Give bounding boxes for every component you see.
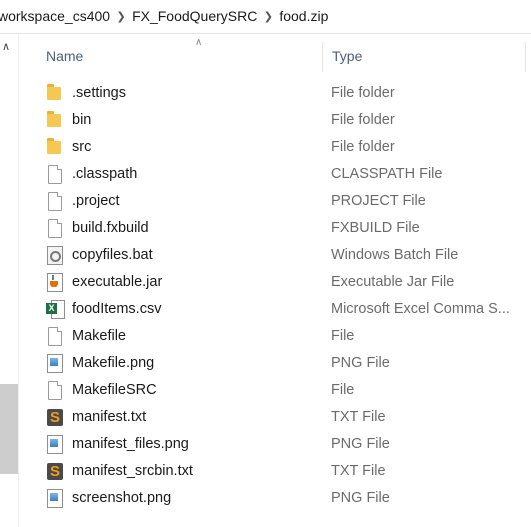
- file-type: TXT File: [331, 409, 386, 425]
- file-row[interactable]: Makefile File: [19, 323, 531, 350]
- file-name: bin: [72, 112, 92, 128]
- file-type: PNG File: [331, 490, 390, 506]
- scroll-up-icon[interactable]: ∧: [2, 40, 10, 53]
- breadcrumb-item-workspace[interactable]: workspace_cs400: [0, 0, 114, 33]
- file-list: .settings File folder bin File folder src Fil…: [19, 80, 531, 512]
- column-header-name[interactable]: Name: [46, 48, 83, 64]
- file-row[interactable]: .classpath CLASSPATH File: [19, 161, 531, 188]
- folder-icon: [46, 84, 64, 104]
- file-row[interactable]: copyfiles.bat Windows Batch File: [19, 242, 531, 269]
- file-row[interactable]: src File folder: [19, 134, 531, 161]
- chevron-right-icon[interactable]: ❯: [261, 10, 275, 23]
- file-name: src: [72, 139, 92, 155]
- file-type: Microsoft Excel Comma S...: [331, 301, 510, 317]
- image-file-icon: [46, 489, 64, 509]
- navigation-pane: ∧: [0, 34, 19, 527]
- image-file-icon: [46, 435, 64, 455]
- file-name: copyfiles.bat: [72, 247, 153, 263]
- file-type: File folder: [331, 112, 395, 128]
- file-type: PNG File: [331, 436, 390, 452]
- breadcrumb-item-project[interactable]: FX_FoodQuerySRC: [128, 0, 261, 33]
- file-icon: [46, 192, 64, 212]
- file-name: manifest.txt: [72, 409, 147, 425]
- file-type: PROJECT File: [331, 193, 426, 209]
- image-file-icon: [46, 354, 64, 374]
- file-type: Windows Batch File: [331, 247, 459, 263]
- excel-csv-icon: X: [46, 300, 65, 320]
- file-name: .project: [72, 193, 120, 209]
- file-row[interactable]: .project PROJECT File: [19, 188, 531, 215]
- folder-icon: [46, 138, 64, 158]
- file-name: executable.jar: [72, 274, 163, 290]
- file-row[interactable]: executable.jar Executable Jar File: [19, 269, 531, 296]
- file-type: FXBUILD File: [331, 220, 420, 236]
- file-name: manifest_srcbin.txt: [72, 463, 193, 479]
- sublime-text-icon: S: [46, 462, 64, 482]
- file-name: Makefile.png: [72, 355, 155, 371]
- breadcrumb-item-zip[interactable]: food.zip: [275, 0, 332, 33]
- file-name: foodItems.csv: [72, 301, 162, 317]
- file-row[interactable]: Smanifest.txt TXT File: [19, 404, 531, 431]
- file-type: File folder: [331, 139, 395, 155]
- file-type: File: [331, 328, 355, 344]
- file-name: .settings: [72, 85, 126, 101]
- column-header: ∧ Name Type: [19, 34, 531, 78]
- file-type: PNG File: [331, 355, 390, 371]
- file-type: File folder: [331, 85, 395, 101]
- file-icon: [46, 219, 64, 239]
- file-row[interactable]: manifest_files.png PNG File: [19, 431, 531, 458]
- file-row[interactable]: build.fxbuild FXBUILD File: [19, 215, 531, 242]
- column-header-type[interactable]: Type: [332, 48, 362, 64]
- file-row[interactable]: Smanifest_srcbin.txt TXT File: [19, 458, 531, 485]
- sublime-text-icon: S: [46, 408, 64, 428]
- file-name: MakefileSRC: [72, 382, 157, 398]
- file-name: screenshot.png: [72, 490, 172, 506]
- file-row[interactable]: bin File folder: [19, 107, 531, 134]
- file-icon: [46, 327, 64, 347]
- chevron-right-icon[interactable]: ❯: [114, 10, 128, 23]
- file-type: CLASSPATH File: [331, 166, 443, 182]
- file-icon: [46, 165, 64, 185]
- java-jar-icon: [46, 273, 64, 293]
- sort-ascending-icon: ∧: [195, 37, 203, 48]
- file-row[interactable]: .settings File folder: [19, 80, 531, 107]
- column-divider[interactable]: [525, 42, 526, 72]
- file-type: Executable Jar File: [331, 274, 455, 290]
- file-row[interactable]: screenshot.png PNG File: [19, 485, 531, 512]
- file-type: TXT File: [331, 463, 386, 479]
- file-row[interactable]: XfoodItems.csv Microsoft Excel Comma S...: [19, 296, 531, 323]
- column-divider[interactable]: [322, 42, 323, 72]
- breadcrumb: workspace_cs400 ❯ FX_FoodQuerySRC ❯ food…: [0, 0, 531, 34]
- file-name: .classpath: [72, 166, 138, 182]
- navigation-scrollbar-thumb[interactable]: [0, 384, 18, 474]
- file-row[interactable]: Makefile.png PNG File: [19, 350, 531, 377]
- file-name: build.fxbuild: [72, 220, 149, 236]
- file-type: File: [331, 382, 355, 398]
- file-icon: [46, 381, 64, 401]
- file-name: Makefile: [72, 328, 126, 344]
- folder-icon: [46, 111, 64, 131]
- file-row[interactable]: MakefileSRC File: [19, 377, 531, 404]
- batch-file-icon: [46, 246, 64, 266]
- file-name: manifest_files.png: [72, 436, 189, 452]
